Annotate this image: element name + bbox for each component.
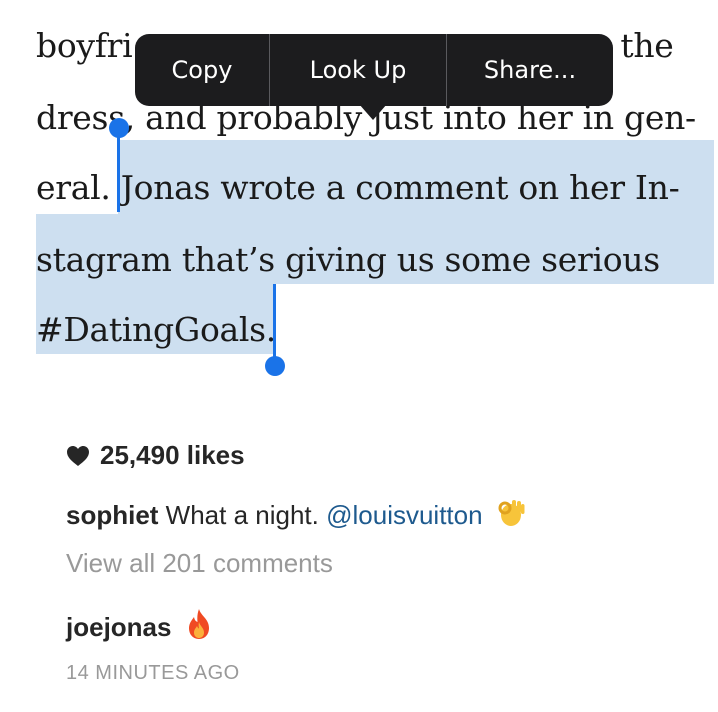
article-text-fragment[interactable]: boyfri [36,26,133,65]
fire-icon [188,609,209,639]
article-line[interactable]: eral. Jonas wrote a comment on her In- [36,168,680,208]
article-text-fragment[interactable]: the [620,26,673,65]
selection-start-caret [117,132,120,212]
likes-count: 25,490 likes [100,440,245,470]
caption: sophiet What a night. @louisvuitton [66,498,526,531]
heart-icon [67,445,89,466]
ok-hand-icon [498,500,525,526]
copy-menu-item[interactable]: Copy [135,34,269,106]
selected-text[interactable]: Jonas wrote a comment on her In- [121,168,680,207]
text-context-menu: Copy Look Up Share... [135,34,613,106]
selection-end-handle[interactable] [265,356,285,376]
caption-username[interactable]: sophiet [66,500,158,530]
article-text-fragment[interactable]: eral. [36,168,121,207]
selected-text[interactable]: stagram that’s giving us some serious [36,240,660,280]
likes-row[interactable]: 25,490 likes [66,440,245,471]
caption-text: What a night. [158,500,327,530]
comment-username[interactable]: joejonas [66,612,171,642]
timestamp: 14 MINUTES AGO [66,662,240,684]
share-menu-item[interactable]: Share... [446,34,613,106]
selection-end-caret [273,284,276,360]
comment: joejonas [66,608,213,643]
caption-mention-link[interactable]: @louisvuitton [326,500,482,530]
look-up-menu-item[interactable]: Look Up [269,34,446,106]
selected-text[interactable]: #DatingGoals. [36,310,276,350]
context-menu-pointer [359,104,387,120]
view-all-comments-link[interactable]: View all 201 comments [66,548,333,579]
